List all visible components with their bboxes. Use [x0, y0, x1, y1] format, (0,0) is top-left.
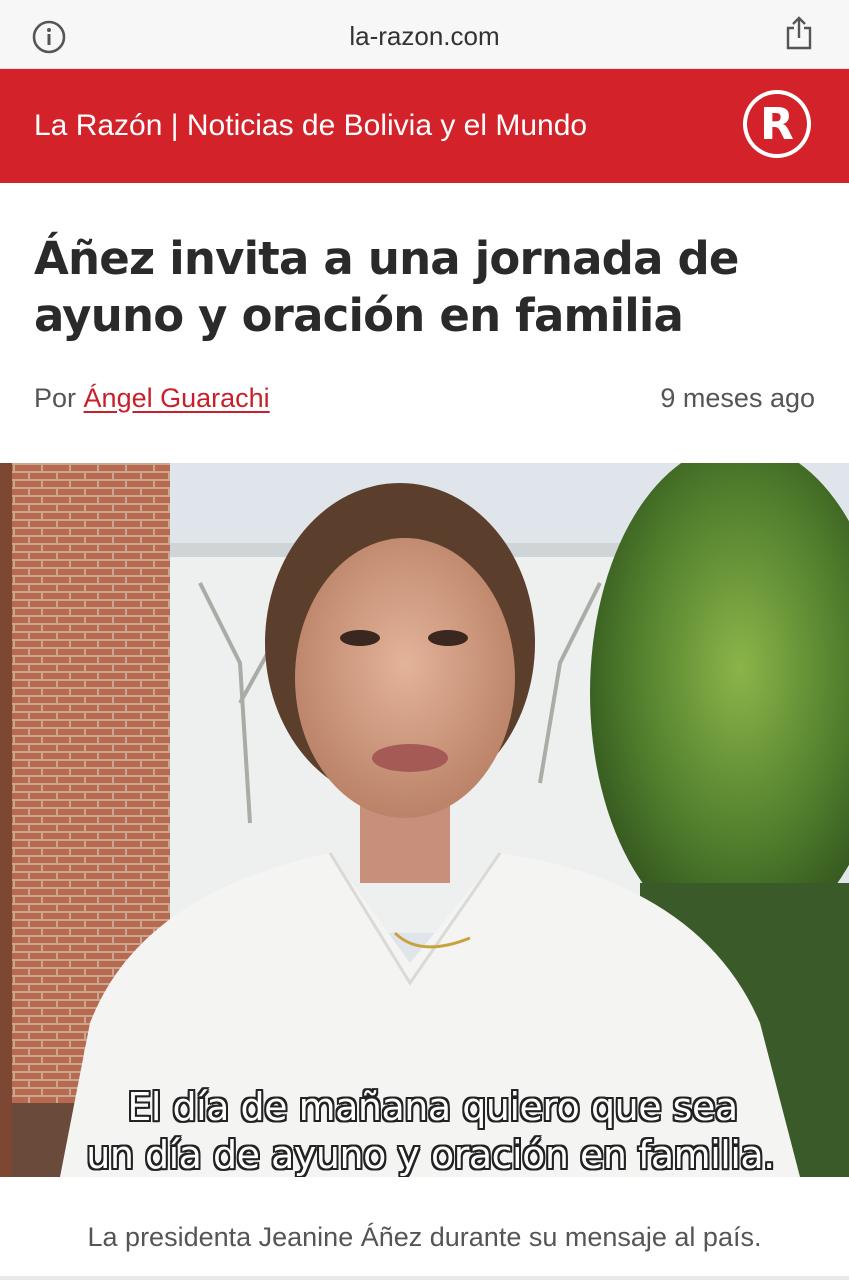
video-subtitle-line-2: un día de ayuno y oración en familia.: [86, 1133, 775, 1177]
divider: [0, 1276, 849, 1280]
article-headline: Áñez invita a una jornada de ayuno y ora…: [34, 232, 739, 342]
share-icon[interactable]: [784, 14, 814, 52]
byline-prefix: Por: [34, 383, 77, 413]
site-header: La Razón | Noticias de Bolivia y el Mund…: [0, 69, 849, 183]
author-link[interactable]: Ángel Guarachi: [84, 383, 270, 413]
la-razon-logo[interactable]: R: [741, 88, 813, 160]
url-text[interactable]: la-razon.com: [0, 21, 849, 52]
browser-address-bar: la-razon.com: [0, 0, 849, 69]
article-image: El día de mañana quiero que sea un día d…: [0, 463, 849, 1177]
site-title[interactable]: La Razón | Noticias de Bolivia y el Mund…: [34, 109, 587, 143]
video-subtitle-line-1: El día de mañana quiero que sea: [127, 1085, 738, 1129]
image-caption: La presidenta Jeanine Áñez durante su me…: [87, 1222, 762, 1252]
logo-letter: R: [760, 99, 794, 150]
publish-time: 9 meses ago: [660, 383, 815, 413]
byline: Por Ángel Guarachi: [34, 383, 270, 414]
